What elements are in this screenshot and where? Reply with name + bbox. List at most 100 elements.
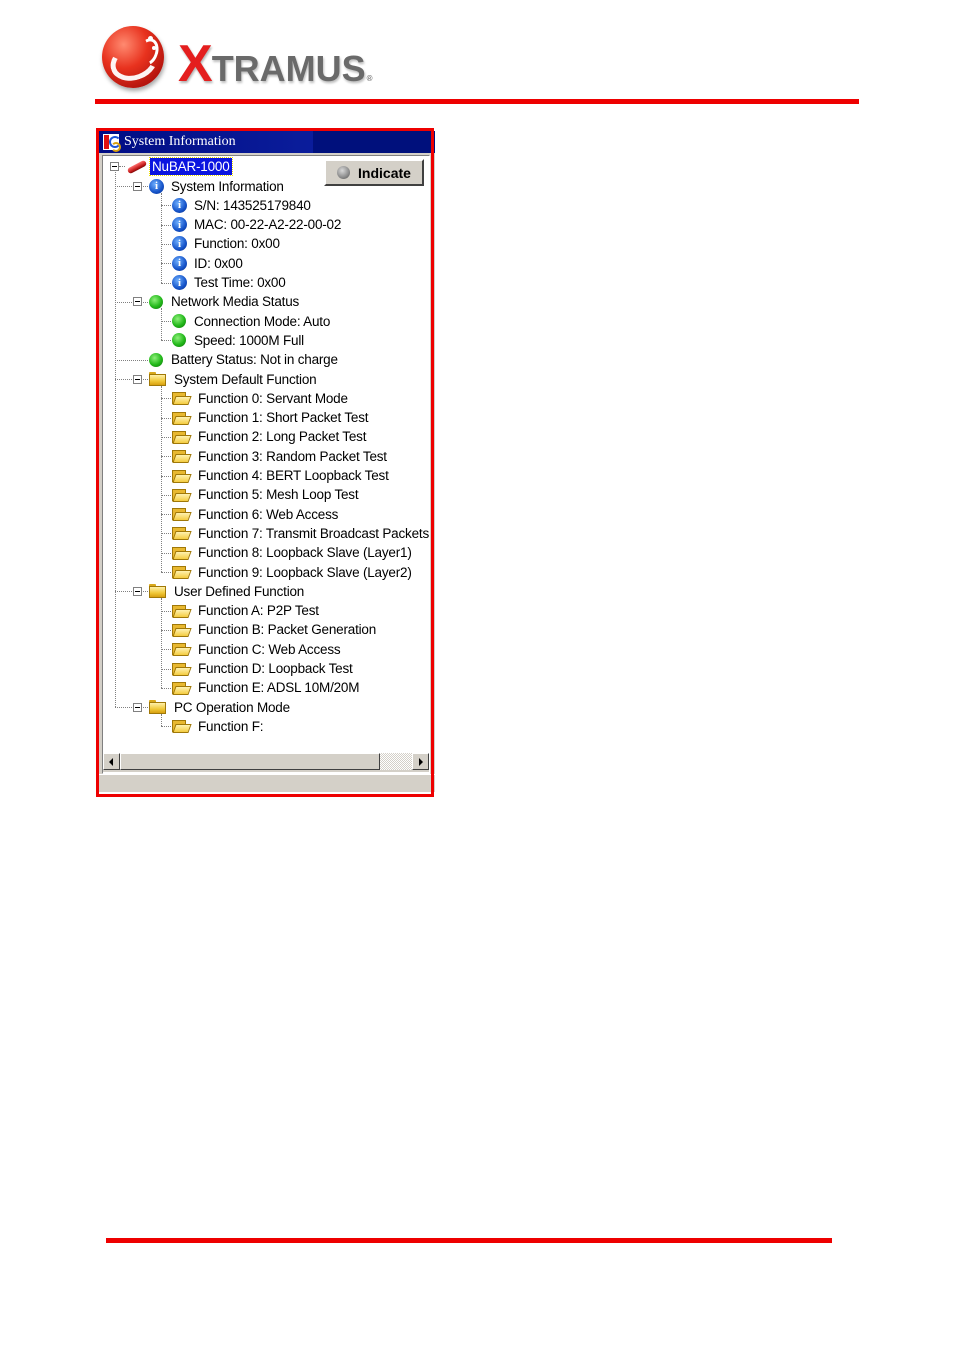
tree-leaf-node[interactable]: Function 1: Short Packet Test [172,408,370,427]
tree-leaf-node[interactable]: i Test Time: 0x00 [172,273,288,292]
folder-open-icon [172,449,192,464]
folder-open-icon [172,604,192,618]
tree-node-label: Function C: Web Access [198,641,341,657]
scroll-right-button[interactable] [412,753,429,770]
xtramus-logo: XTRAMUS® [100,26,430,94]
indicator-led-icon [337,166,351,179]
info-icon: i [172,236,187,252]
tree-leaf-node[interactable]: Function 2: Long Packet Test [172,427,368,446]
folder-closed-icon [149,372,166,386]
tree-leaf-node[interactable]: Function 8: Loopback Slave (Layer1) [172,543,414,562]
collapse-toggle[interactable] [110,162,119,171]
tree-node-label: Network Media Status [171,294,300,310]
folder-closed-icon [149,700,166,715]
tree-node-label: Function 1: Short Packet Test [198,410,369,426]
horizontal-scrollbar[interactable] [103,753,429,772]
tree-node-label: Function F: [198,718,264,734]
tree-node-label: Function B: Packet Generation [198,622,377,638]
folder-open-icon [172,391,192,406]
tree-leaf-node[interactable]: Function 7: Transmit Broadcast Packets [172,524,430,543]
indicate-button-label: Indicate [358,164,411,181]
collapse-toggle[interactable] [133,586,142,596]
system-information-window: System Information NuBAR-1000 i System In… [99,131,435,792]
tree-panel: NuBAR-1000 i System Information i S/N: 1435… [102,155,430,774]
green-status-icon [149,294,163,309]
folder-open-icon [172,526,192,541]
tree-node-label: Function 7: Transmit Broadcast Packets [198,525,430,541]
collapse-toggle[interactable] [133,374,142,384]
folder-open-icon [172,623,192,637]
folder-open-icon [172,662,192,676]
tree-leaf-node[interactable]: Function 4: BERT Loopback Test [172,466,391,485]
tree-node-label: PC Operation Mode [174,699,290,715]
info-icon: i [172,275,187,290]
folder-open-icon [172,681,192,695]
tree-node-label: Battery Status: Not in charge [171,352,338,368]
folder-open-icon [172,546,192,560]
tree-group-node[interactable]: i System Information [149,177,286,196]
info-icon: i [172,255,187,271]
tree-leaf-node[interactable]: Function 3: Random Packet Test [172,447,389,466]
tree-view: NuBAR-1000 i System Information i S/N: 1435… [103,156,429,748]
tree-leaf-node[interactable]: Function F: [172,717,265,736]
tree-leaf-node[interactable]: Function 6: Web Access [172,505,340,524]
app-icon [103,134,121,152]
tree-node-label: Function A: P2P Test [198,603,319,619]
folder-open-icon [172,411,192,425]
tree-node-label: Function E: ADSL 10M/20M [198,680,360,696]
tree-group-node[interactable]: Network Media Status [149,292,301,311]
tree-node-label: Function 2: Long Packet Test [198,429,367,445]
tree-node-label: Function 4: BERT Loopback Test [198,468,389,483]
tree-leaf-node[interactable]: Function D: Loopback Test [172,659,355,678]
indicate-button[interactable]: Indicate [324,159,424,186]
tree-leaf-node[interactable]: i ID: 0x00 [172,254,245,273]
tree-group-node[interactable]: Battery Status: Not in charge [149,350,340,369]
status-bar [99,774,435,792]
tree-leaf-node[interactable]: Function A: P2P Test [172,601,321,620]
tree-node-label: ID: 0x00 [194,255,243,271]
tree-node-label: Function 6: Web Access [198,506,339,522]
folder-open-icon [172,507,192,522]
tree-node-label: System Default Function [174,371,317,387]
folder-open-icon [172,642,192,657]
window-titlebar[interactable]: System Information [99,131,435,153]
tree-leaf-node[interactable]: Connection Mode: Auto [172,312,332,331]
folder-open-icon [172,469,192,483]
tree-root-node[interactable]: NuBAR-1000 [125,157,233,176]
tree-leaf-node[interactable]: Speed: 1000M Full [172,331,306,350]
tree-node-label: Function 3: Random Packet Test [198,448,387,464]
tree-group-node[interactable]: System Default Function [149,370,318,389]
tree-leaf-node[interactable]: Function C: Web Access [172,640,342,659]
tree-node-label: User Defined Function [174,583,305,599]
tree-leaf-node[interactable]: i Function: 0x00 [172,234,282,253]
tree-node-label: System Information [171,178,284,194]
tree-leaf-node[interactable]: Function E: ADSL 10M/20M [172,678,361,697]
info-icon: i [172,217,187,233]
tree-node-label: Test Time: 0x00 [194,275,286,290]
device-icon [125,159,148,174]
scrollbar-thumb[interactable] [120,753,380,770]
folder-open-icon [172,488,192,502]
logo-letter-x: X [178,35,213,93]
folder-open-icon [172,565,192,579]
green-status-icon [149,352,163,367]
collapse-toggle[interactable] [133,297,142,307]
tree-node-label: Function 0: Servant Mode [198,390,348,406]
tree-node-label: Connection Mode: Auto [194,313,331,329]
logo-globe-icon [102,26,164,88]
tree-group-node[interactable]: PC Operation Mode [149,698,292,717]
scroll-left-button[interactable] [103,753,120,770]
collapse-toggle[interactable] [133,181,142,191]
tree-leaf-node[interactable]: i S/N: 143525179840 [172,196,313,215]
info-icon: i [149,178,164,194]
tree-leaf-node[interactable]: Function 5: Mesh Loop Test [172,485,360,504]
tree-group-node[interactable]: User Defined Function [149,582,306,601]
tree-leaf-node[interactable]: Function B: Packet Generation [172,620,378,639]
tree-leaf-node[interactable]: Function 9: Loopback Slave (Layer2) [172,563,414,582]
tree-leaf-node[interactable]: Function 0: Servant Mode [172,389,350,408]
collapse-toggle[interactable] [133,702,142,712]
green-status-icon [172,314,186,329]
folder-closed-icon [149,584,166,599]
logo-wordmark: XTRAMUS® [178,34,373,94]
tree-leaf-node[interactable]: i MAC: 00-22-A2-22-00-02 [172,215,343,234]
